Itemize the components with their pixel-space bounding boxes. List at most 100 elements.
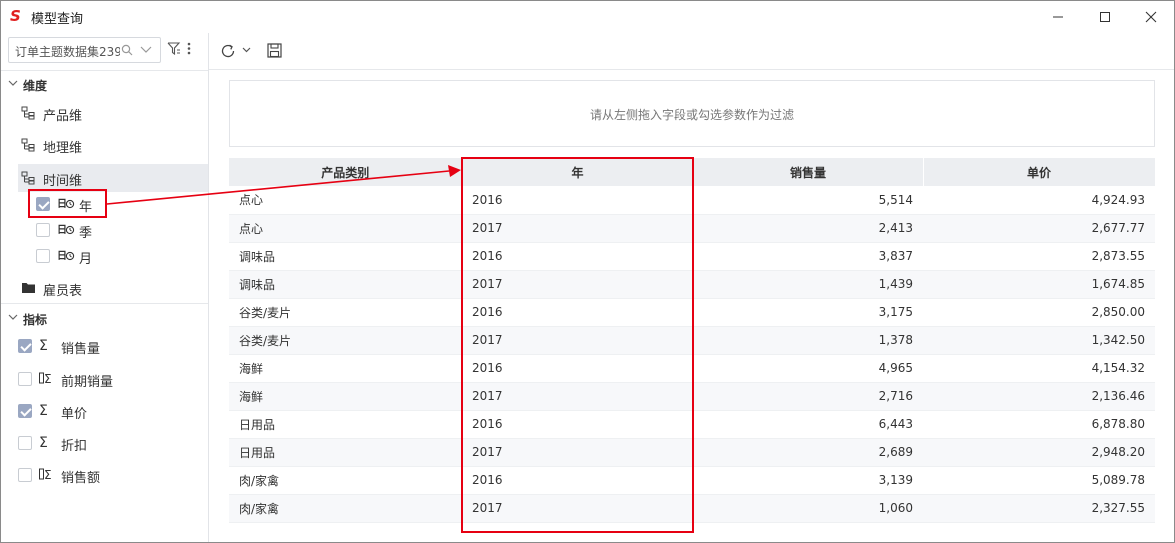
minimize-button[interactable] <box>1035 1 1081 33</box>
svg-text:Σ: Σ <box>44 468 52 482</box>
svg-text:日: 日 <box>57 250 67 262</box>
app-logo-icon: S <box>10 7 21 25</box>
table-cell: 调味品 <box>229 242 462 271</box>
date-field-icon: 日 <box>57 224 75 236</box>
table-cell: 2016 <box>462 186 693 215</box>
table-row: 谷类/麦片 2016 3,175 2,850.00 <box>229 298 1155 327</box>
date-field-icon: 日 <box>57 250 75 262</box>
close-icon <box>1145 11 1157 23</box>
table-cell: 2016 <box>462 242 693 271</box>
quarter-checkbox[interactable] <box>36 223 50 237</box>
table-row: 肉/家禽 2016 3,139 5,089.78 <box>229 466 1155 495</box>
table-cell: 点心 <box>229 186 462 215</box>
save-icon[interactable] <box>267 43 282 58</box>
column-header-category[interactable]: 产品类别 <box>229 158 463 186</box>
tree-item-employee-table[interactable]: 雇员表 <box>1 274 208 302</box>
svg-text:日: 日 <box>57 224 67 236</box>
table-row: 谷类/麦片 2017 1,378 1,342.50 <box>229 326 1155 355</box>
unit-price-checkbox[interactable] <box>18 404 32 418</box>
table-cell: 2,873.55 <box>923 242 1155 271</box>
measure-label: 前期销量 <box>61 375 114 390</box>
panel-divider <box>1 70 208 71</box>
measures-group-header[interactable]: 指标 <box>1 308 208 330</box>
measure-unit-price[interactable]: Σ 单价 <box>1 398 208 424</box>
table-cell: 谷类/麦片 <box>229 326 462 355</box>
hierarchy-icon <box>21 138 35 152</box>
calc-sigma-icon: Σ <box>39 372 52 386</box>
dimensions-group-header[interactable]: 维度 <box>1 74 208 96</box>
chevron-down-icon <box>8 80 18 86</box>
table-cell: 5,089.78 <box>923 466 1155 495</box>
more-vertical-icon[interactable] <box>187 42 191 55</box>
sigma-icon: Σ <box>39 338 48 354</box>
sales-qty-checkbox[interactable] <box>18 339 32 353</box>
field-label: 年 <box>79 200 93 215</box>
column-header-unit-price[interactable]: 单价 <box>923 158 1155 186</box>
table-cell: 3,175 <box>693 298 923 327</box>
result-table: 产品类别 年 销售量 单价 点心 2016 5,514 4,924.93 点心 2017… <box>229 158 1155 542</box>
sales-amount-checkbox[interactable] <box>18 468 32 482</box>
measure-prior-sales[interactable]: Σ 前期销量 <box>1 366 208 392</box>
refresh-icon[interactable] <box>220 43 236 59</box>
dataset-select-value: 订单主题数据集239 <box>15 45 120 59</box>
filter-drop-zone[interactable]: 请从左侧拖入字段或勾选参数作为过滤 <box>229 80 1155 147</box>
table-cell: 2016 <box>462 466 693 495</box>
field-quarter[interactable]: 日 季 <box>1 217 208 243</box>
maximize-button[interactable] <box>1082 1 1128 33</box>
year-checkbox[interactable] <box>36 197 50 211</box>
chevron-down-icon[interactable] <box>242 47 251 53</box>
close-button[interactable] <box>1128 1 1174 33</box>
tree-item-product-dim[interactable]: 产品维 <box>1 99 208 127</box>
table-cell: 1,674.85 <box>923 270 1155 299</box>
table-cell: 肉/家禽 <box>229 466 462 495</box>
tree-item-time-dim[interactable]: 时间维 <box>18 164 208 192</box>
window-title: 模型查询 <box>31 12 84 27</box>
table-cell: 2,413 <box>693 214 923 243</box>
tree-item-geo-dim[interactable]: 地理维 <box>1 131 208 159</box>
table-cell: 3,837 <box>693 242 923 271</box>
table-cell: 4,924.93 <box>923 186 1155 215</box>
discount-checkbox[interactable] <box>18 436 32 450</box>
search-icon[interactable] <box>121 44 133 56</box>
table-cell: 2017 <box>462 270 693 299</box>
table-cell: 2,136.46 <box>923 382 1155 411</box>
prior-sales-checkbox[interactable] <box>18 372 32 386</box>
table-cell: 1,342.50 <box>923 326 1155 355</box>
measure-discount[interactable]: Σ 折扣 <box>1 430 208 456</box>
table-row: 日用品 2016 6,443 6,878.80 <box>229 410 1155 439</box>
table-cell: 3,139 <box>693 466 923 495</box>
table-row: 调味品 2017 1,439 1,674.85 <box>229 270 1155 299</box>
filter-hint-text: 请从左侧拖入字段或勾选参数作为过滤 <box>589 108 794 122</box>
minimize-icon <box>1053 16 1063 18</box>
table-row: 日用品 2017 2,689 2,948.20 <box>229 438 1155 467</box>
field-panel: 订单主题数据集239 维度 产品维 地理维 时间维 日 年 日 季 日 月 雇员… <box>1 33 209 542</box>
field-year[interactable]: 日 年 <box>1 191 208 217</box>
measure-label: 销售量 <box>61 342 101 357</box>
table-row: 肉/家禽 2017 1,060 2,327.55 <box>229 494 1155 523</box>
table-cell: 5,514 <box>693 186 923 215</box>
table-header-row: 产品类别 年 销售量 单价 <box>229 158 1155 186</box>
table-cell: 海鲜 <box>229 354 462 383</box>
hierarchy-icon <box>21 106 35 120</box>
table-cell: 肉/家禽 <box>229 494 462 523</box>
maximize-icon <box>1100 12 1110 22</box>
column-header-sales-qty[interactable]: 销售量 <box>693 158 924 186</box>
chevron-down-icon[interactable] <box>140 46 152 54</box>
field-month[interactable]: 日 月 <box>1 243 208 269</box>
table-cell: 2017 <box>462 438 693 467</box>
date-field-icon: 日 <box>57 198 75 210</box>
filter-icon[interactable] <box>167 42 181 55</box>
dataset-select[interactable]: 订单主题数据集239 <box>8 37 161 63</box>
field-label: 月 <box>79 252 93 267</box>
measure-sales-qty[interactable]: Σ 销售量 <box>1 333 208 359</box>
tree-item-label: 雇员表 <box>43 284 83 299</box>
table-row: 调味品 2016 3,837 2,873.55 <box>229 242 1155 271</box>
measure-sales-amount[interactable]: Σ 销售额 <box>1 462 208 488</box>
column-header-year[interactable]: 年 <box>462 158 694 186</box>
table-cell: 2,677.77 <box>923 214 1155 243</box>
table-cell: 2017 <box>462 494 693 523</box>
month-checkbox[interactable] <box>36 249 50 263</box>
table-row: 海鲜 2017 2,716 2,136.46 <box>229 382 1155 411</box>
table-cell: 1,060 <box>693 494 923 523</box>
chevron-down-icon <box>8 314 18 320</box>
